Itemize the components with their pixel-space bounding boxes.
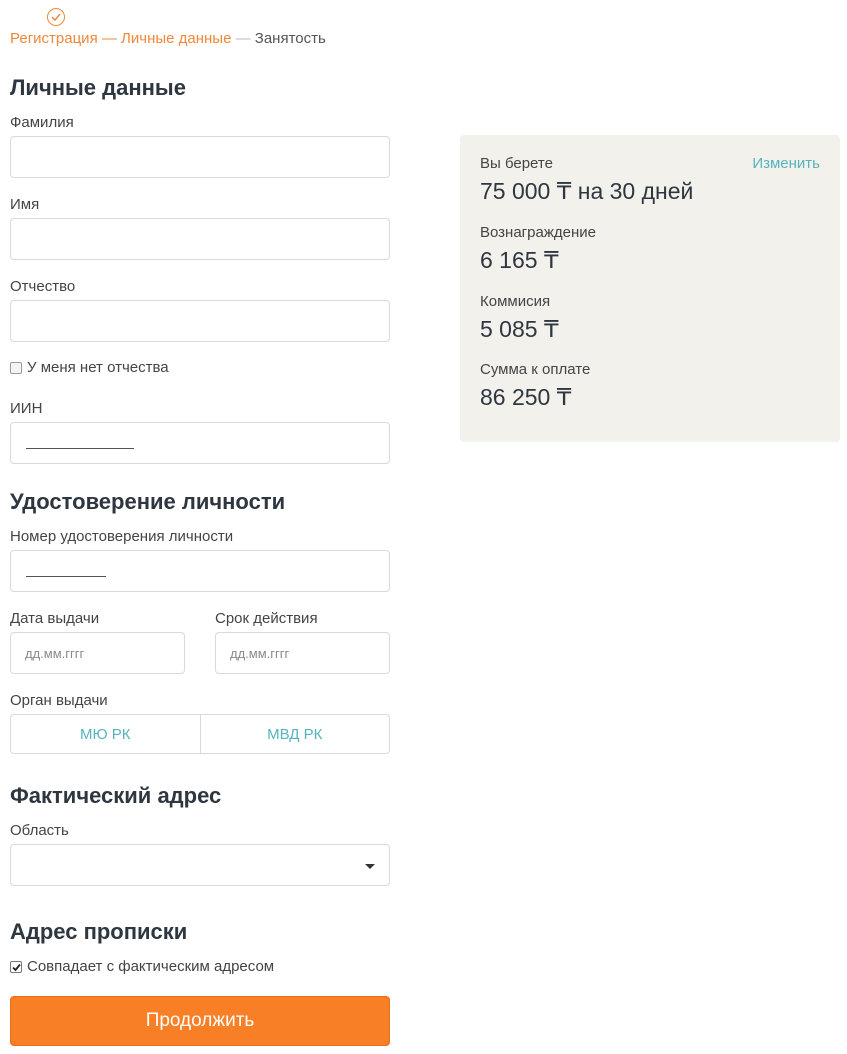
issue-date-placeholder: дд.мм.гггг xyxy=(25,646,85,661)
actual-address-heading: Фактический адрес xyxy=(10,783,222,808)
same-address-label: Совпадает с фактическим адресом xyxy=(27,958,275,975)
step-separator: — xyxy=(231,30,255,47)
same-address-checkbox-row[interactable]: Совпадает с фактическим адресом xyxy=(10,958,274,975)
commission-label: Коммисия xyxy=(480,293,551,310)
step-registration[interactable]: Регистрация xyxy=(10,30,98,47)
step-employment: Занятость xyxy=(254,30,326,47)
total-due-label: Сумма к оплате xyxy=(480,361,591,378)
iin-input-mask xyxy=(26,448,134,449)
name-input[interactable] xyxy=(10,218,390,260)
reward-label: Вознаграждение xyxy=(480,224,596,241)
issue-date-input[interactable]: дд.мм.гггг xyxy=(10,632,185,674)
reward-value: 6 165 ₸ xyxy=(480,247,559,273)
authority-option-mvd[interactable]: МВД РК xyxy=(199,715,390,753)
change-loan-link[interactable]: Изменить xyxy=(752,155,820,172)
name-label: Имя xyxy=(10,196,40,213)
patronymic-input[interactable] xyxy=(10,300,390,342)
no-patronymic-checkbox[interactable] xyxy=(10,361,22,374)
same-address-checkbox[interactable] xyxy=(10,960,22,973)
registration-address-heading: Адрес прописки xyxy=(10,919,188,944)
registration-stepper: Регистрация — Личные данные — Занятость xyxy=(10,30,326,47)
region-label: Область xyxy=(10,822,69,839)
issuing-authority-toggle: МЮ РК МВД РК xyxy=(10,714,390,754)
surname-label: Фамилия xyxy=(10,114,74,131)
commission-value: 5 085 ₸ xyxy=(480,316,559,342)
expiry-date-label: Срок действия xyxy=(215,610,318,627)
step-personal-data: Личные данные xyxy=(121,30,232,47)
loan-summary-card: Вы берете Изменить 75 000 ₸ на 30 дней В… xyxy=(460,135,840,442)
total-due-value: 86 250 ₸ xyxy=(480,384,572,410)
iin-input[interactable] xyxy=(10,422,390,464)
id-number-input[interactable] xyxy=(10,550,390,592)
personal-data-heading: Личные данные xyxy=(10,75,186,100)
issue-date-label: Дата выдачи xyxy=(10,610,100,627)
id-number-label: Номер удостоверения личности xyxy=(10,528,234,545)
authority-option-myu[interactable]: МЮ РК xyxy=(11,715,200,753)
expiry-date-input[interactable]: дд.мм.гггг xyxy=(215,632,390,674)
continue-button[interactable]: Продолжить xyxy=(10,996,390,1046)
surname-input[interactable] xyxy=(10,136,390,178)
step-separator: — xyxy=(97,30,122,47)
identity-document-heading: Удостоверение личности xyxy=(10,489,286,514)
loan-amount-value: 75 000 ₸ на 30 дней xyxy=(480,178,694,204)
chevron-down-icon xyxy=(365,864,375,869)
iin-label: ИИН xyxy=(10,400,43,417)
step-complete-check-icon xyxy=(47,8,65,26)
no-patronymic-checkbox-row[interactable]: У меня нет отчества xyxy=(10,359,169,376)
region-select[interactable] xyxy=(10,844,390,886)
id-number-input-mask xyxy=(26,576,106,577)
patronymic-label: Отчество xyxy=(10,278,76,295)
loan-amount-label: Вы берете xyxy=(480,155,553,172)
checkmark-icon xyxy=(12,963,21,971)
no-patronymic-label: У меня нет отчества xyxy=(27,359,169,376)
expiry-date-placeholder: дд.мм.гггг xyxy=(230,646,290,661)
issuing-authority-label: Орган выдачи xyxy=(10,692,108,709)
